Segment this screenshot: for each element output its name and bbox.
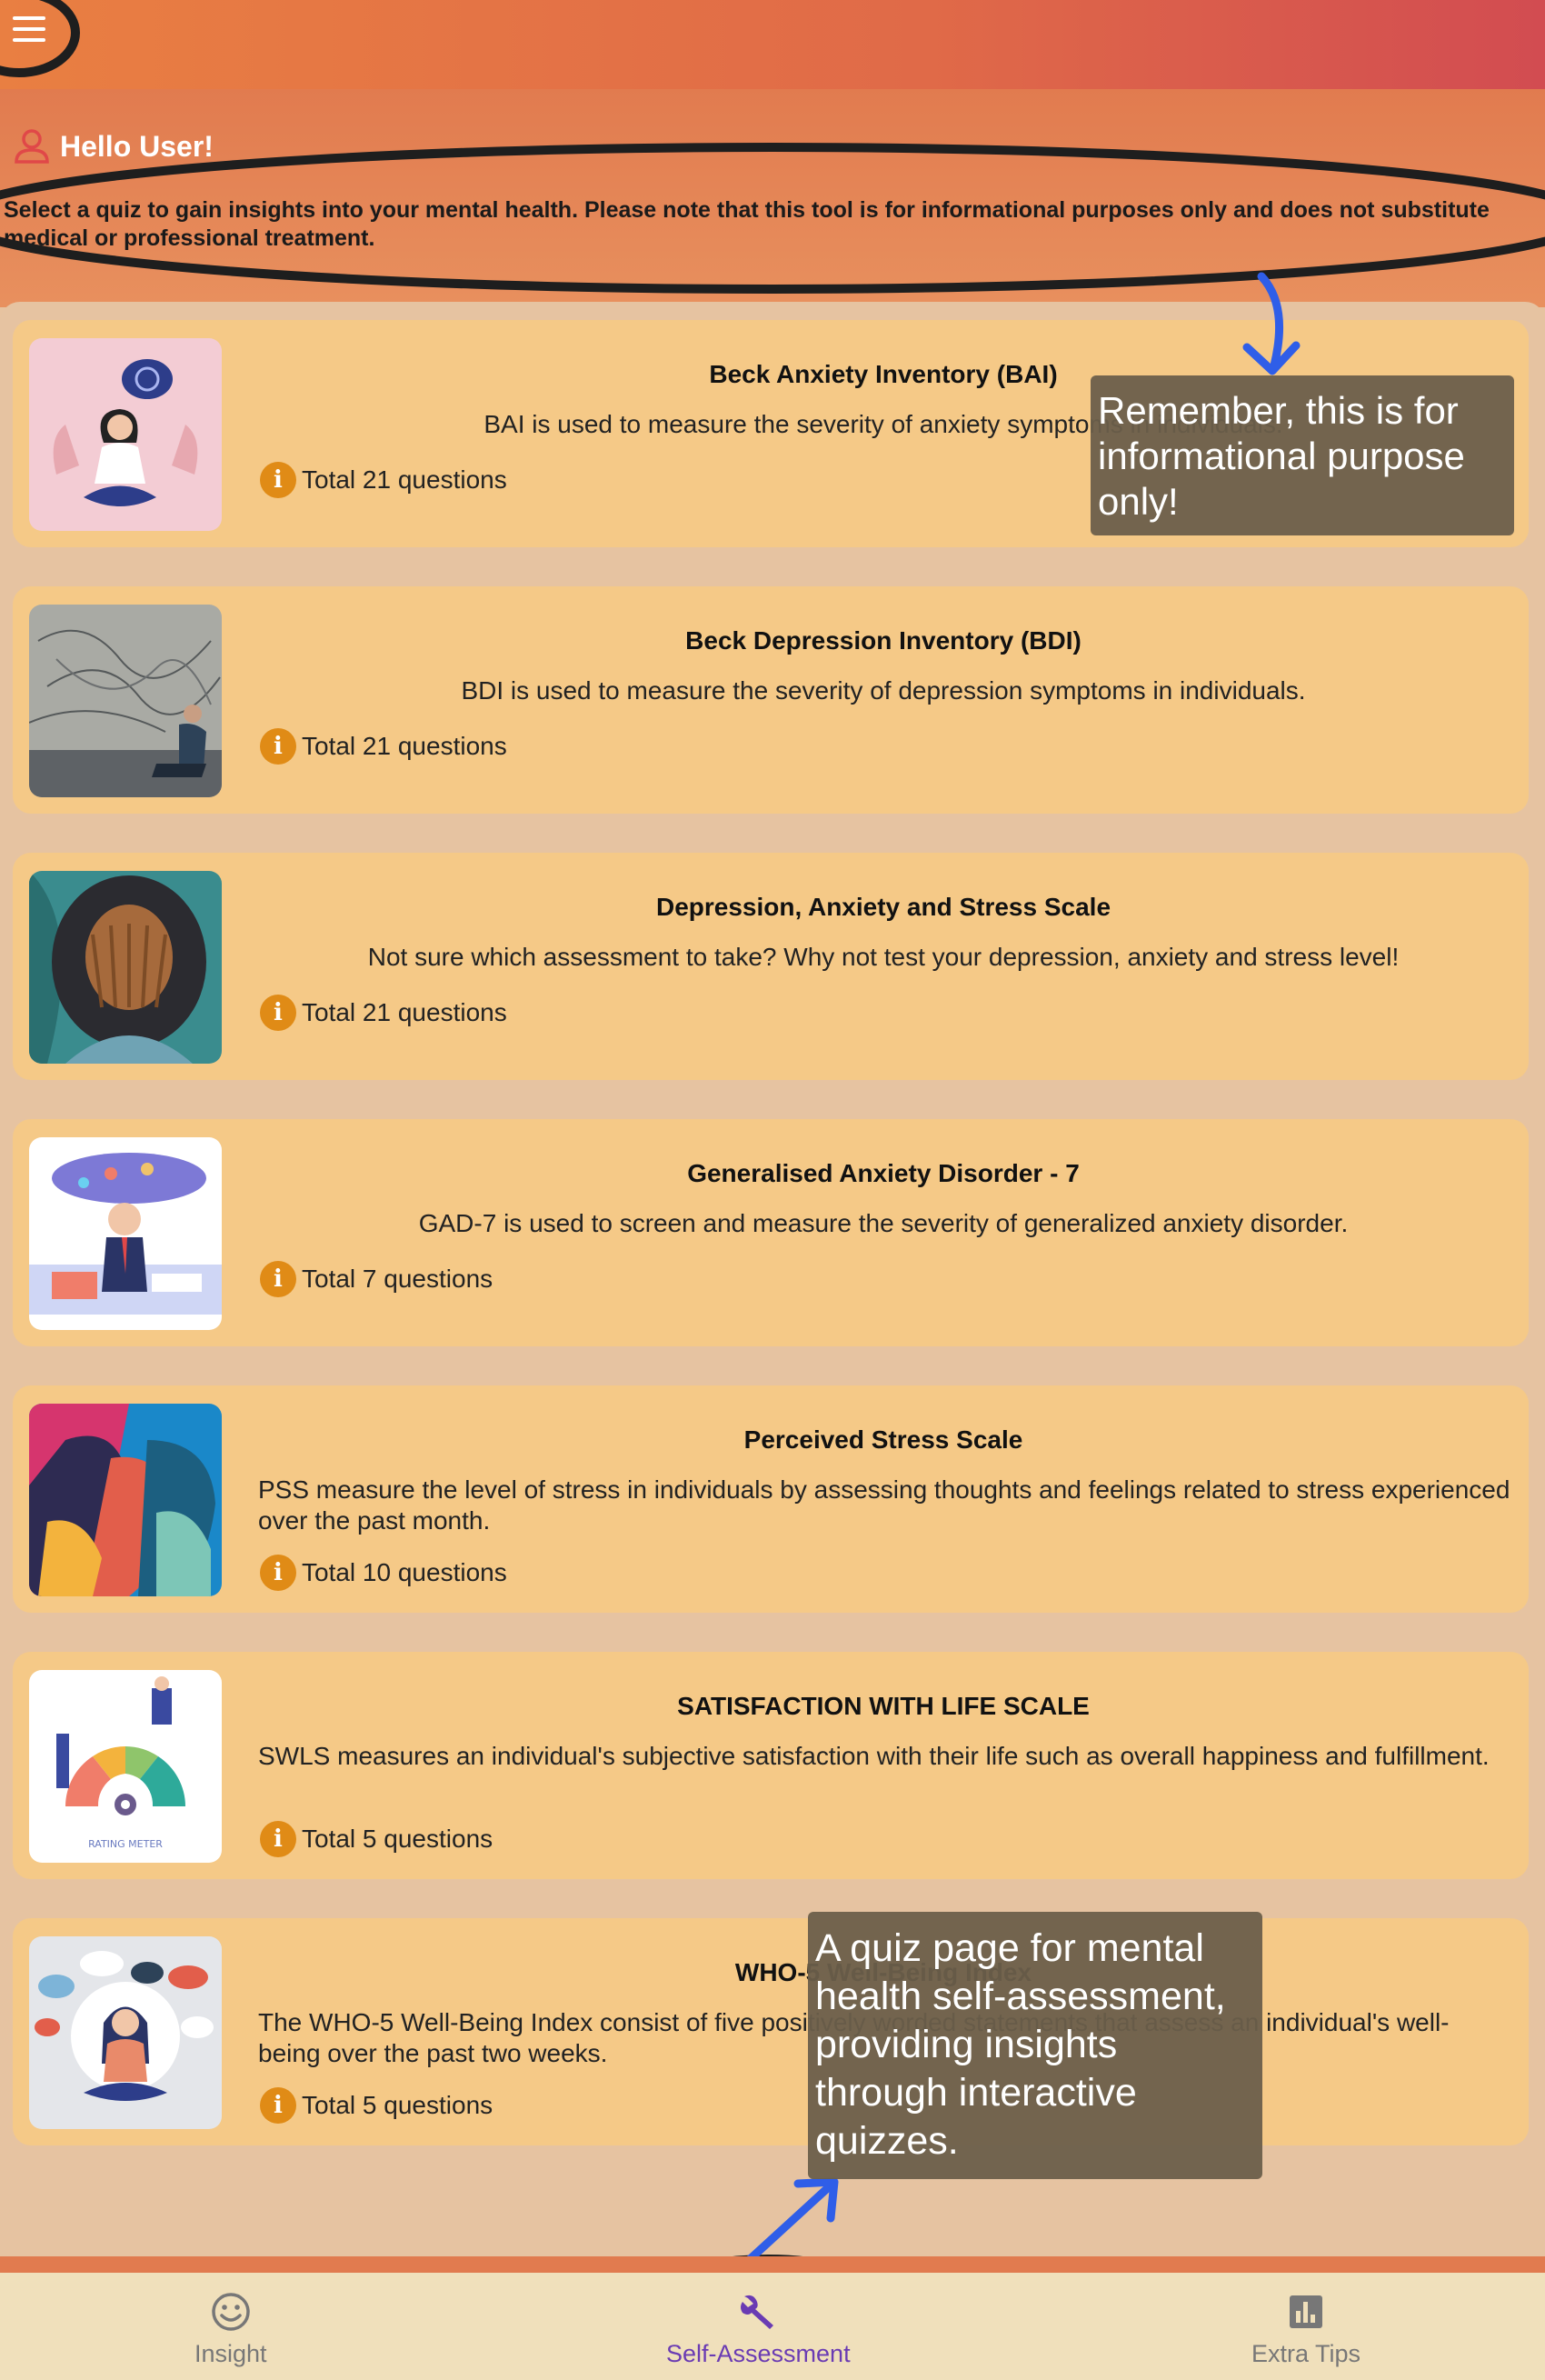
tooltip-top: Remember, this is for informational purp…	[1091, 375, 1514, 535]
top-app-bar	[0, 0, 1545, 89]
question-count: i Total 10 questions	[260, 1555, 507, 1591]
quiz-description: PSS measure the level of stress in indiv…	[258, 1475, 1510, 1535]
greeting: Hello User!	[13, 127, 214, 165]
rating-meter-caption: RATING METER	[88, 1838, 163, 1850]
question-count-text: Total 5 questions	[302, 2091, 493, 2119]
quiz-title: Generalised Anxiety Disorder - 7	[687, 1159, 1080, 1187]
anxious-woman-illustration	[29, 338, 222, 531]
tooltip-bottom: A quiz page for mental health self-asses…	[808, 1912, 1262, 2179]
info-icon: i	[260, 1821, 296, 1857]
quiz-title: SATISFACTION WITH LIFE SCALE	[677, 1692, 1090, 1720]
info-icon: i	[260, 1261, 296, 1297]
greeting-header: Hello User! Select a quiz to gain insigh…	[0, 89, 1545, 307]
nav-insight[interactable]: Insight	[194, 2291, 267, 2368]
question-count: i Total 5 questions	[260, 1821, 493, 1857]
quiz-description: Not sure which assessment to take? Why n…	[367, 943, 1400, 971]
nav-label: Extra Tips	[1251, 2340, 1361, 2367]
question-count-text: Total 21 questions	[302, 998, 507, 1026]
info-icon: i	[260, 995, 296, 1031]
face-in-hands-illustration	[29, 871, 222, 1064]
question-count-text: Total 10 questions	[302, 1558, 507, 1586]
colorful-profiles-illustration	[29, 1404, 222, 1596]
quiz-description: SWLS measures an individual's subjective…	[258, 1742, 1490, 1770]
question-count-text: Total 7 questions	[302, 1265, 493, 1293]
quiz-description: BDI is used to measure the severity of d…	[461, 676, 1306, 705]
info-icon: i	[260, 1555, 296, 1591]
meditating-woman-illustration	[29, 1936, 222, 2129]
info-icon: i	[260, 2087, 296, 2124]
question-count: i Total 5 questions	[260, 2087, 493, 2124]
info-icon: i	[260, 462, 296, 498]
quiz-card-gad7[interactable]: Generalised Anxiety Disorder - 7 GAD-7 i…	[13, 1119, 1529, 1346]
quiz-title: Depression, Anxiety and Stress Scale	[655, 893, 1111, 921]
question-count: i Total 21 questions	[260, 728, 507, 765]
quiz-title: Perceived Stress Scale	[743, 1425, 1023, 1454]
quiz-list: Beck Anxiety Inventory (BAI) BAI is used…	[0, 302, 1545, 2256]
quiz-description: GAD-7 is used to screen and measure the …	[418, 1209, 1349, 1237]
question-count: i Total 21 questions	[260, 995, 507, 1031]
greeting-text: Hello User!	[60, 129, 214, 163]
info-icon: i	[260, 728, 296, 765]
question-count-text: Total 5 questions	[302, 1825, 493, 1853]
stressed-office-worker-illustration	[29, 1137, 222, 1330]
quiz-title: Beck Depression Inventory (BDI)	[685, 626, 1082, 655]
tangled-thoughts-man-photo	[29, 605, 222, 797]
bottom-navigation: Insight Self-Assessment Extra Tips	[0, 2273, 1545, 2380]
hamburger-menu-icon[interactable]	[9, 9, 49, 49]
nav-label: Self-Assessment	[666, 2340, 851, 2367]
quiz-card-pss[interactable]: Perceived Stress Scale PSS measure the l…	[13, 1385, 1529, 1613]
question-count: i Total 7 questions	[260, 1261, 493, 1297]
quiz-card-dass[interactable]: Depression, Anxiety and Stress Scale Not…	[13, 853, 1529, 1080]
user-icon	[15, 129, 49, 164]
question-count-text: Total 21 questions	[302, 732, 507, 760]
quiz-card-bdi[interactable]: Beck Depression Inventory (BDI) BDI is u…	[13, 586, 1529, 814]
nav-extra-tips[interactable]: Extra Tips	[1251, 2291, 1361, 2368]
rating-meter-illustration: RATING METER	[29, 1670, 222, 1863]
quiz-card-swls[interactable]: RATING METER SATISFACTION WITH LIFE SCAL…	[13, 1652, 1529, 1879]
bottom-accent-bar	[0, 2256, 1545, 2273]
nav-label: Insight	[194, 2340, 267, 2367]
nav-self-assessment[interactable]: Self-Assessment	[666, 2291, 851, 2368]
smiley-icon	[212, 2293, 250, 2331]
question-count-text: Total 21 questions	[302, 465, 507, 494]
bar-chart-icon	[1290, 2295, 1323, 2328]
quiz-card-who5[interactable]: WHO-5 Well-Being Index The WHO-5 Well-Be…	[13, 1918, 1529, 2145]
wrench-icon	[741, 2295, 774, 2329]
question-count: i Total 21 questions	[260, 462, 507, 498]
intro-disclaimer: Select a quiz to gain insights into your…	[4, 197, 1490, 251]
